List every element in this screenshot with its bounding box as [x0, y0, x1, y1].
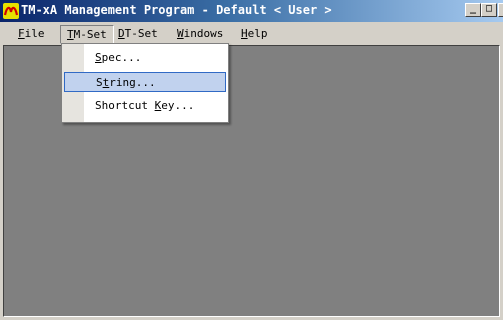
menu-item-shortcut-key[interactable]: Shortcut Key... — [64, 96, 226, 116]
menu-bar: File TM-Set DT-Set Windows Help — [0, 22, 503, 44]
menu-tm-set[interactable]: TM-Set — [60, 25, 114, 44]
menu-item-string[interactable]: String... — [64, 72, 226, 92]
title-bar[interactable]: TM-xA Management Program - Default < Use… — [0, 0, 503, 22]
window-title: TM-xA Management Program - Default < Use… — [21, 3, 332, 17]
minimize-icon: _ — [469, 3, 477, 14]
maximize-button[interactable]: □ — [481, 3, 497, 17]
menu-dt-set[interactable]: DT-Set — [112, 25, 164, 42]
close-button[interactable]: × — [498, 3, 503, 17]
menu-item-spec[interactable]: Spec... — [64, 48, 226, 68]
menu-windows[interactable]: Windows — [171, 25, 229, 42]
main-window: TM-xA Management Program - Default < Use… — [0, 0, 503, 320]
minimize-button[interactable]: _ — [465, 3, 481, 17]
tm-set-dropdown-menu: Spec... String... Shortcut Key... — [61, 43, 229, 123]
maximize-icon: □ — [485, 3, 493, 14]
app-logo-icon[interactable] — [3, 3, 19, 19]
close-icon: × — [499, 3, 503, 14]
menu-help[interactable]: Help — [235, 25, 274, 42]
menu-file[interactable]: File — [12, 25, 51, 42]
